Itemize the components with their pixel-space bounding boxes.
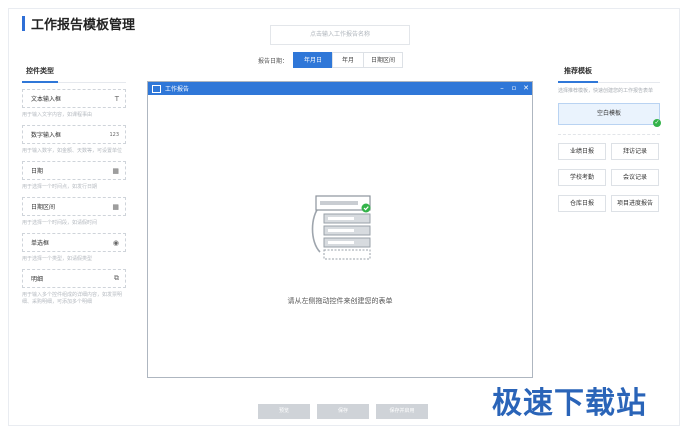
control-date[interactable]: 日期 ▦ 用于选择一个时间点，如发行日期 bbox=[22, 161, 126, 191]
arrow-arc bbox=[311, 205, 321, 253]
recommended-templates-title: 推荐模板 bbox=[558, 66, 598, 83]
close-icon[interactable]: ✕ bbox=[520, 82, 532, 95]
date-option-ymd[interactable]: 年月日 bbox=[293, 52, 334, 68]
minimize-icon[interactable]: – bbox=[496, 82, 508, 95]
recommended-templates-panel: 推荐模板 选择推荐模板，快速创建您的工作报告表单 空白模板 ✓ 业绩日报 拜访记… bbox=[558, 66, 661, 212]
control-box[interactable]: 文本输入框 T bbox=[22, 89, 126, 108]
control-desc: 用于输入数字，如金额、天数等，可设置单位 bbox=[22, 148, 123, 154]
template-button[interactable]: 拜访记录 bbox=[611, 143, 659, 160]
save-and-enable-button[interactable]: 保存并启用 bbox=[376, 404, 428, 419]
title-accent-bar bbox=[22, 15, 25, 31]
recommended-templates-header: 推荐模板 bbox=[558, 66, 660, 83]
empty-state-text: 请从左侧拖动控件来创建您的表单 bbox=[287, 297, 393, 305]
control-detail[interactable]: 明细 ⧉ 用于输入多个控件组成的详细内容，如发票明细、采购明细，可添加多个明细 bbox=[22, 269, 126, 306]
control-desc: 用于选择一个类型，如请假类型 bbox=[22, 256, 93, 262]
work-report-dialog: 工作报告 – ▫ ✕ 请从左侧拖动控件来创建您的表单 bbox=[147, 81, 533, 378]
template-button[interactable]: 学校考勤 bbox=[558, 169, 606, 186]
control-desc: 用于选择一个时间段，如请假时间 bbox=[22, 220, 98, 226]
blank-template-label: 空白模板 bbox=[596, 110, 621, 117]
report-date-selector: 报告日期： 年月日 年月 日期区间 bbox=[258, 52, 404, 68]
form-line-4 bbox=[328, 241, 354, 244]
template-grid: 业绩日报 拜访记录 学校考勤 会议记录 仓库日报 项目进度报告 bbox=[558, 143, 660, 212]
report-date-label: 报告日期： bbox=[258, 57, 289, 65]
preview-button[interactable]: 预览 bbox=[258, 404, 310, 419]
report-name-input[interactable]: 点击输入工作报告名称 bbox=[270, 25, 410, 45]
bottom-actions: 预览 保存 保存并启用 bbox=[258, 404, 435, 419]
template-button[interactable]: 项目进度报告 bbox=[611, 195, 659, 212]
control-box[interactable]: 数字输入框 123 bbox=[22, 125, 126, 144]
control-label: 明细 bbox=[31, 276, 44, 283]
number-icon: 123 bbox=[109, 131, 119, 138]
template-button[interactable]: 仓库日报 bbox=[558, 195, 606, 212]
site-watermark: 极速下载站 bbox=[492, 386, 647, 421]
date-option-ym[interactable]: 年月 bbox=[332, 52, 365, 68]
calendar-icon: ▦ bbox=[112, 166, 119, 175]
control-number-input[interactable]: 数字输入框 123 用于输入数字，如金额、天数等，可设置单位 bbox=[22, 125, 126, 155]
control-types-title: 控件类型 bbox=[22, 66, 58, 83]
page-header: 工作报告模板管理 bbox=[22, 14, 136, 33]
date-option-range[interactable]: 日期区间 bbox=[363, 52, 404, 68]
text-icon: T bbox=[114, 94, 119, 103]
window-icon bbox=[152, 84, 161, 93]
control-label: 数字输入框 bbox=[31, 132, 62, 139]
control-date-range[interactable]: 日期区间 ▦ 用于选择一个时间段，如请假时间 bbox=[22, 197, 126, 227]
blank-template-button[interactable]: 空白模板 ✓ bbox=[558, 103, 661, 127]
control-radio[interactable]: 单选框 ◉ 用于选择一个类型，如请假类型 bbox=[22, 233, 126, 263]
form-line-1 bbox=[320, 201, 358, 205]
save-button[interactable]: 保存 bbox=[317, 404, 369, 419]
maximize-icon[interactable]: ▫ bbox=[508, 82, 520, 95]
success-check-icon bbox=[361, 203, 371, 213]
form-line-2 bbox=[328, 217, 354, 220]
page-title: 工作报告模板管理 bbox=[31, 17, 136, 33]
control-label: 文本输入框 bbox=[31, 96, 62, 103]
empty-form-illustration bbox=[311, 195, 371, 260]
template-button[interactable]: 业绩日报 bbox=[558, 143, 606, 160]
control-box[interactable]: 日期区间 ▦ bbox=[22, 197, 126, 216]
control-box[interactable]: 日期 ▦ bbox=[22, 161, 126, 180]
control-types-header: 控件类型 bbox=[22, 66, 126, 83]
control-label: 日期 bbox=[31, 168, 44, 175]
control-desc: 用于输入文字内容，如课程事由 bbox=[22, 112, 93, 118]
control-text-input[interactable]: 文本输入框 T 用于输入文字内容，如课程事由 bbox=[22, 89, 126, 119]
control-label: 日期区间 bbox=[31, 204, 56, 211]
control-desc: 用于输入多个控件组成的详细内容，如发票明细、采购明细，可添加多个明细 bbox=[22, 292, 123, 305]
window-controls: – ▫ ✕ bbox=[496, 82, 532, 95]
dialog-title: 工作报告 bbox=[165, 86, 190, 93]
date-format-segment: 年月日 年月 日期区间 bbox=[293, 52, 404, 68]
control-desc: 用于选择一个时间点，如发行日期 bbox=[22, 184, 98, 190]
radio-icon: ◉ bbox=[112, 238, 119, 247]
control-label: 单选框 bbox=[31, 240, 50, 247]
calendar-range-icon: ▦ bbox=[112, 202, 119, 211]
template-button[interactable]: 会议记录 bbox=[611, 169, 659, 186]
dialog-titlebar[interactable]: 工作报告 – ▫ ✕ bbox=[148, 82, 532, 95]
divider bbox=[558, 134, 660, 135]
detail-icon: ⧉ bbox=[114, 274, 119, 282]
form-line-3 bbox=[328, 229, 354, 232]
control-box[interactable]: 明细 ⧉ bbox=[22, 269, 126, 288]
control-box[interactable]: 单选框 ◉ bbox=[22, 233, 126, 252]
recommended-templates-desc: 选择推荐模板，快速创建您的工作报告表单 bbox=[558, 88, 654, 94]
selected-check-icon: ✓ bbox=[653, 119, 661, 127]
form-card-placeholder bbox=[323, 249, 371, 260]
control-types-panel: 控件类型 文本输入框 T 用于输入文字内容，如课程事由 数字输入框 123 用于… bbox=[22, 66, 126, 306]
